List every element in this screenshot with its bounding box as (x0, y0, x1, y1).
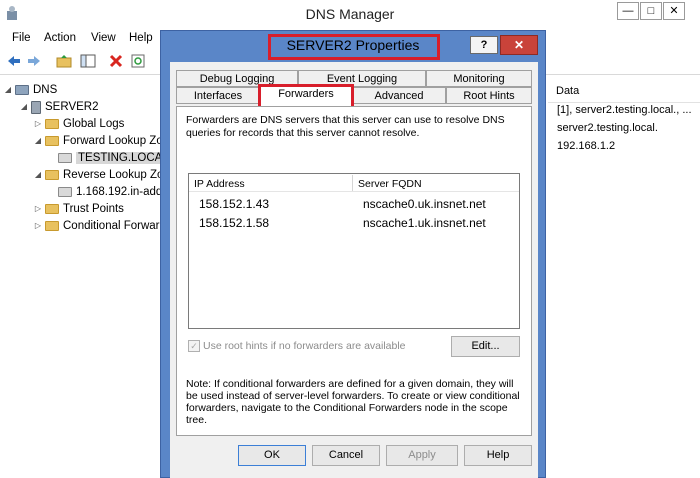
expand-icon[interactable]: ▷ (34, 218, 42, 234)
tab-advanced[interactable]: Advanced (352, 87, 446, 104)
folder-icon (45, 119, 59, 129)
show-hide-tree-icon[interactable] (80, 53, 96, 69)
tree-label: TESTING.LOCAL (76, 152, 171, 164)
tree-node-server2[interactable]: ◢ SERVER2 (20, 99, 98, 115)
window-title: DNS Manager (305, 6, 395, 22)
zone-icon (58, 152, 72, 163)
minimize-button[interactable]: — (617, 2, 639, 20)
server-icon (31, 100, 41, 114)
results-column-header[interactable]: Data (548, 82, 700, 103)
menu-help[interactable]: Help (129, 28, 153, 48)
forwarder-ip[interactable]: 158.152.1.43 (199, 197, 269, 211)
tree-label: Trust Points (63, 203, 124, 216)
menu-view[interactable]: View (91, 28, 116, 48)
apply-button[interactable]: Apply (386, 445, 458, 466)
tree-label: DNS (33, 84, 58, 97)
edit-button[interactable]: Edit... (451, 336, 520, 357)
menu-file[interactable]: File (12, 28, 31, 48)
tree-label: Global Logs (63, 118, 125, 131)
column-data: Data (556, 85, 580, 97)
expand-icon[interactable]: ▷ (34, 201, 42, 217)
collapse-icon[interactable]: ◢ (34, 167, 42, 183)
refresh-icon[interactable] (130, 53, 146, 69)
results-pane (548, 76, 700, 478)
cancel-button[interactable]: Cancel (312, 445, 380, 466)
tree-label: 1.168.192.in-add (76, 186, 163, 198)
collapse-icon[interactable]: ◢ (20, 99, 28, 115)
column-ip-address[interactable]: IP Address (194, 178, 245, 190)
column-divider[interactable] (352, 175, 353, 191)
tree-node-trust-points[interactable]: ▷ Trust Points (34, 201, 124, 217)
folder-icon (45, 170, 59, 180)
menu-action[interactable]: Action (44, 28, 76, 48)
zone-icon (58, 186, 72, 197)
result-row[interactable]: [1], server2.testing.local., ... (557, 104, 692, 116)
tree-label: Reverse Lookup Zo (63, 169, 164, 182)
tree-node-global-logs[interactable]: ▷ Global Logs (34, 116, 124, 132)
maximize-button[interactable]: □ (640, 2, 662, 20)
ok-button[interactable]: OK (238, 445, 306, 466)
forward-arrow-icon[interactable] (26, 53, 42, 69)
expand-icon[interactable]: ▷ (34, 116, 42, 132)
tree-node-reverse-child[interactable]: 1.168.192.in-add (58, 184, 162, 200)
forwarder-fqdn[interactable]: nscache0.uk.insnet.net (363, 197, 486, 211)
tab-monitoring[interactable]: Monitoring (426, 70, 532, 87)
conditional-forwarders-note: Note: If conditional forwarders are defi… (186, 378, 520, 426)
title-highlight-box (268, 34, 440, 60)
collapse-icon[interactable]: ◢ (34, 133, 42, 149)
tree-label: SERVER2 (45, 101, 99, 114)
tree-node-reverse-zones[interactable]: ◢ Reverse Lookup Zo (34, 167, 163, 183)
folder-icon (45, 221, 59, 231)
result-row[interactable]: 192.168.1.2 (557, 140, 615, 152)
back-arrow-icon[interactable] (6, 53, 22, 69)
result-row[interactable]: server2.testing.local. (557, 122, 658, 134)
tab-interfaces[interactable]: Interfaces (176, 87, 260, 104)
tree-node-testing-local[interactable]: TESTING.LOCAL (58, 150, 171, 166)
folder-up-icon[interactable] (56, 53, 72, 69)
delete-icon[interactable] (108, 53, 124, 69)
column-server-fqdn[interactable]: Server FQDN (358, 178, 422, 190)
forwarder-ip[interactable]: 158.152.1.58 (199, 216, 269, 230)
tree-node-forward-zones[interactable]: ◢ Forward Lookup Zo (34, 133, 163, 149)
tab-root-hints[interactable]: Root Hints (446, 87, 532, 104)
folder-icon (45, 204, 59, 214)
tree-label: Forward Lookup Zo (63, 135, 163, 148)
use-root-hints-label: Use root hints if no forwarders are avai… (203, 340, 406, 352)
tree-node-conditional[interactable]: ▷ Conditional Forwar (34, 218, 160, 234)
use-root-hints-checkbox[interactable]: ✓ (188, 340, 200, 352)
close-window-button[interactable]: ✕ (663, 2, 685, 20)
dialog-close-button[interactable]: ✕ (500, 35, 538, 55)
collapse-icon[interactable]: ◢ (4, 82, 12, 98)
folder-icon (45, 136, 59, 146)
dns-icon (15, 85, 29, 95)
dialog-help-button[interactable]: ? (470, 36, 498, 54)
help-button[interactable]: Help (464, 445, 532, 466)
tree-node-dns[interactable]: ◢ DNS (4, 82, 57, 98)
tree-label: Conditional Forwar (63, 220, 160, 233)
header-separator (189, 191, 519, 192)
forwarder-fqdn[interactable]: nscache1.uk.insnet.net (363, 216, 486, 230)
forwarders-description: Forwarders are DNS servers that this ser… (186, 114, 505, 139)
